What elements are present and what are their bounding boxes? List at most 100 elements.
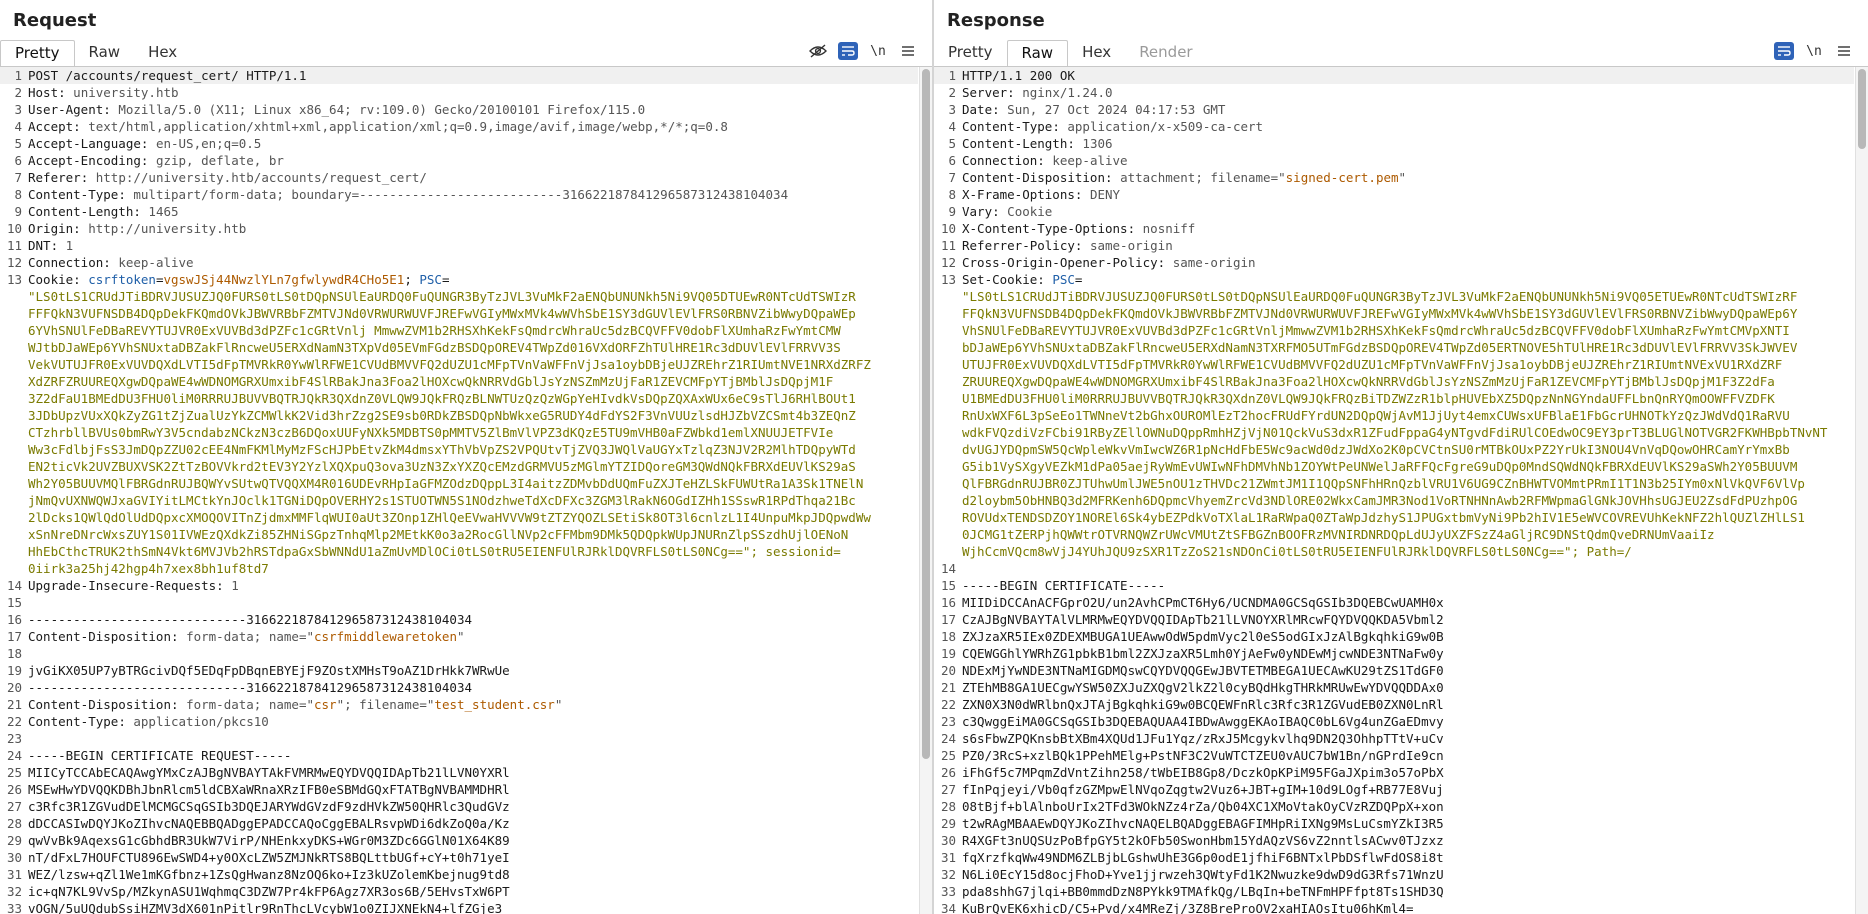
- code-text: RnUxWXF6L3pSeEo1TWNneVt2bGhxOUROMlEzT2ho…: [962, 408, 1790, 423]
- code-text: X-Frame-Options: DENY: [962, 187, 1121, 202]
- line-number: [934, 526, 962, 543]
- code-line: 3 Date: Sun, 27 Oct 2024 04:17:53 GMT: [934, 101, 1854, 118]
- line-number: [934, 288, 962, 305]
- line-number: 8: [14, 187, 22, 202]
- line-number: [0, 560, 28, 577]
- code-text: t2wRAgMBAAEwDQYJKoZIhvcNAQELBQADggEBAGFI…: [962, 816, 1444, 831]
- line-number: [934, 441, 962, 458]
- code-line: 22 ZXN0X3N0dWRlbnQxJTAjBgkqhkiG9w0BCQEWFn…: [934, 696, 1854, 713]
- code-line: 9 Content-Length: 1465: [0, 203, 918, 220]
- code-line: 14 Upgrade-Insecure-Requests: 1: [0, 577, 918, 594]
- line-number: 29: [6, 833, 22, 848]
- wrap-icon[interactable]: [1774, 42, 1794, 60]
- code-text: CQEWGGhlYWRhZG1pbkB1bml2ZXJzaXR5Lmh0YjAe…: [962, 646, 1444, 661]
- code-text: UTUJFR0ExVUVDQXdLVTI5dFpTMVRkR0YwWlRFWE1…: [962, 357, 1783, 372]
- code-line: 29 qwVvBk9AqexsG1cGbhdBR3UkW7VirP/NHEnkxy…: [0, 832, 918, 849]
- code-text: Accept: text/html,application/xhtml+xml,…: [28, 119, 728, 134]
- line-number: [934, 509, 962, 526]
- code-text: xSnNreDNrcWxsZUY1S01IVWEzQXdkZi85ZHNiSGp…: [28, 527, 849, 542]
- code-text: ZTEhMB8GA1UECgwYSW50ZXJuZXQgV2lkZ2l0cyBQ…: [962, 680, 1444, 695]
- newline-icon[interactable]: \n: [868, 42, 888, 60]
- line-number: 13: [940, 272, 956, 287]
- code-text: bDJaWEp6YVhSNUxtaDBZakFlRncweU5ERXdNamN3…: [962, 340, 1798, 355]
- code-text: Host: university.htb: [28, 85, 179, 100]
- tab-raw[interactable]: Raw: [75, 40, 135, 66]
- code-line: 3 User-Agent: Mozilla/5.0 (X11; Linux x86…: [0, 101, 918, 118]
- code-text: iFhGf5c7MPqmZdVntZihn258/tWbEIB8Gp8/Dczk…: [962, 765, 1444, 780]
- code-text: WjhCcmVQcm8wVjJ4YUhJQU9zSXR1TzZoS21sNDOn…: [962, 544, 1632, 559]
- code-text: Connection: keep-alive: [962, 153, 1128, 168]
- code-line: 31 WEZ/lzsw+qZl1We1mKGfbnz+1ZsQgHwanz8NzO…: [0, 866, 918, 883]
- code-line: U1BMEdDU3FHU0liM0RRRUJBUVVBQTRJQkR3QXdnZ…: [934, 390, 1854, 407]
- tab-raw[interactable]: Raw: [1006, 40, 1069, 68]
- line-number: [934, 407, 962, 424]
- code-line: 8 Content-Type: multipart/form-data; boun…: [0, 186, 918, 203]
- code-text: d2loybm5ObHNBQ3d2MFRKenh6DQpmcVhyemZrcVd…: [962, 493, 1798, 508]
- code-line: dvUGJYDQpmSW5QcWpleWkvVmIwcWZ6R1pNcHdFbE…: [934, 441, 1854, 458]
- tab-pretty[interactable]: Pretty: [0, 40, 75, 68]
- code-line: "LS0tLS1CRUdJTiBDRVJUSUZJQ0FURS0tLS0tDQp…: [0, 288, 918, 305]
- line-number: 30: [6, 850, 22, 865]
- code-text: Referrer-Policy: same-origin: [962, 238, 1173, 253]
- tab-hex[interactable]: Hex: [1068, 40, 1125, 66]
- request-editor[interactable]: 1 POST /accounts/request_cert/ HTTP/1.1 2 H…: [0, 67, 918, 914]
- menu-icon[interactable]: [898, 42, 918, 60]
- code-line: 20 NDExMjYwNDE3NTNaMIGDMQswCQYDVQQGEwJBVT…: [934, 662, 1854, 679]
- code-line: 4 Content-Type: application/x-x509-ca-cer…: [934, 118, 1854, 135]
- code-line: 30 nT/dFxL7HOUFCTU896EwSWD4+y0OXcLZW5ZMJN…: [0, 849, 918, 866]
- scrollbar-thumb[interactable]: [1858, 69, 1866, 149]
- line-number: 31: [940, 850, 956, 865]
- line-number: 28: [940, 799, 956, 814]
- menu-icon[interactable]: [1834, 42, 1854, 60]
- code-text: ic+qN7KL9VvSp/MZkynASU1WqhmqC3DZW7Pr4kFP…: [28, 884, 510, 899]
- code-line: 19 jvGiKX05UP7yBTRGcivDQf5EDqFpDBqnEBYEjF…: [0, 662, 918, 679]
- request-title: Request: [13, 10, 97, 31]
- line-number: 1: [948, 68, 956, 83]
- code-line: 33 pda8shhG7jlqi+BB0mmdDzN8PYkk9TMAfkQg/L…: [934, 883, 1854, 900]
- code-text: c3QwggEiMA0GCSqGSIb3DQEBAQUAA4IBDwAwggEK…: [962, 714, 1444, 729]
- line-number: 17: [940, 612, 956, 627]
- code-line: 6 Accept-Encoding: gzip, deflate, br: [0, 152, 918, 169]
- hide-icon[interactable]: [808, 42, 828, 60]
- code-text: -----------------------------31662218784…: [28, 612, 473, 627]
- code-text: Cookie: csrftoken=vgswJSj44NwzlYLn7gfwly…: [28, 272, 450, 287]
- scrollbar-thumb[interactable]: [922, 69, 930, 759]
- code-line: WJtbDJaWEp6YVhSNUxtaDBZakFlRncweU5ERXdNa…: [0, 339, 918, 356]
- code-line: Wh2Y05BUUVMQlFBRGdnRUJBQWYvSUtwQTVQQXM4R…: [0, 475, 918, 492]
- code-line: 17 Content-Disposition: form-data; name="…: [0, 628, 918, 645]
- tab-render[interactable]: Render: [1125, 40, 1206, 66]
- code-text: FFQkN3VUFNSDB4DQpDekFKQmdOVkJBWVRBbFZMTV…: [962, 306, 1798, 321]
- code-text: ROVUdxTENDSDZOY1NOREl6Sk4ybEZPdkVoTXlaL1…: [962, 510, 1805, 525]
- code-line: 6YVhSNUlFeDBaREVYTUJVR0ExVUVBd3dPZFc1cGR…: [0, 322, 918, 339]
- line-number: [0, 339, 28, 356]
- code-text: Date: Sun, 27 Oct 2024 04:17:53 GMT: [962, 102, 1226, 117]
- response-scrollbar[interactable]: [1855, 67, 1868, 914]
- line-number: 27: [6, 799, 22, 814]
- line-number: 26: [6, 782, 22, 797]
- code-line: 13 Cookie: csrftoken=vgswJSj44NwzlYLn7gfw…: [0, 271, 918, 288]
- code-text: Server: nginx/1.24.0: [962, 85, 1113, 100]
- code-text: WEZ/lzsw+qZl1We1mKGfbnz+1ZsQgHwanz8NzOQ6…: [28, 867, 510, 882]
- code-text: QlFBRGdnRUJBR0ZJTUhwUmlJWE5nOU1zTHVDc21Z…: [962, 476, 1805, 491]
- code-text: POST /accounts/request_cert/ HTTP/1.1: [28, 68, 307, 83]
- line-number: 15: [6, 595, 22, 610]
- code-text: WJtbDJaWEp6YVhSNUxtaDBZakFlRncweU5ERXdNa…: [28, 340, 841, 355]
- tab-hex[interactable]: Hex: [134, 40, 191, 66]
- line-number: 3: [14, 102, 22, 117]
- line-number: 26: [940, 765, 956, 780]
- newline-icon[interactable]: \n: [1804, 42, 1824, 60]
- code-text: nT/dFxL7HOUFCTU896EwSWD4+y0OXcLZW5ZMJNkR…: [28, 850, 510, 865]
- code-line: Ww3cFdlbjFsS3JmDQpZZU02cEE4NmFKMlMyMzFSc…: [0, 441, 918, 458]
- request-scrollbar[interactable]: [919, 67, 932, 914]
- wrap-icon[interactable]: [838, 42, 858, 60]
- line-number: [0, 407, 28, 424]
- code-line: VhSNUlFeDBaREVYTUJVR0ExVUVBd3dPZFc1cGRtV…: [934, 322, 1854, 339]
- line-number: 28: [6, 816, 22, 831]
- code-text: s6sFbwZPQKnsbBtXBm4XQUd1JFu1Yqz/zRxJ5Mcg…: [962, 731, 1444, 746]
- code-line: bDJaWEp6YVhSNUxtaDBZakFlRncweU5ERXdNamN3…: [934, 339, 1854, 356]
- tab-pretty[interactable]: Pretty: [934, 40, 1007, 66]
- code-text: 08tBjf+blAlnboUrIx2TFd3WOkNZz4rZa/Qb04XC…: [962, 799, 1444, 814]
- response-editor[interactable]: 1 HTTP/1.1 200 OK 2 Server: nginx/1.24.0 3 Da…: [934, 67, 1854, 914]
- code-text: -----------------------------31662218784…: [28, 680, 473, 695]
